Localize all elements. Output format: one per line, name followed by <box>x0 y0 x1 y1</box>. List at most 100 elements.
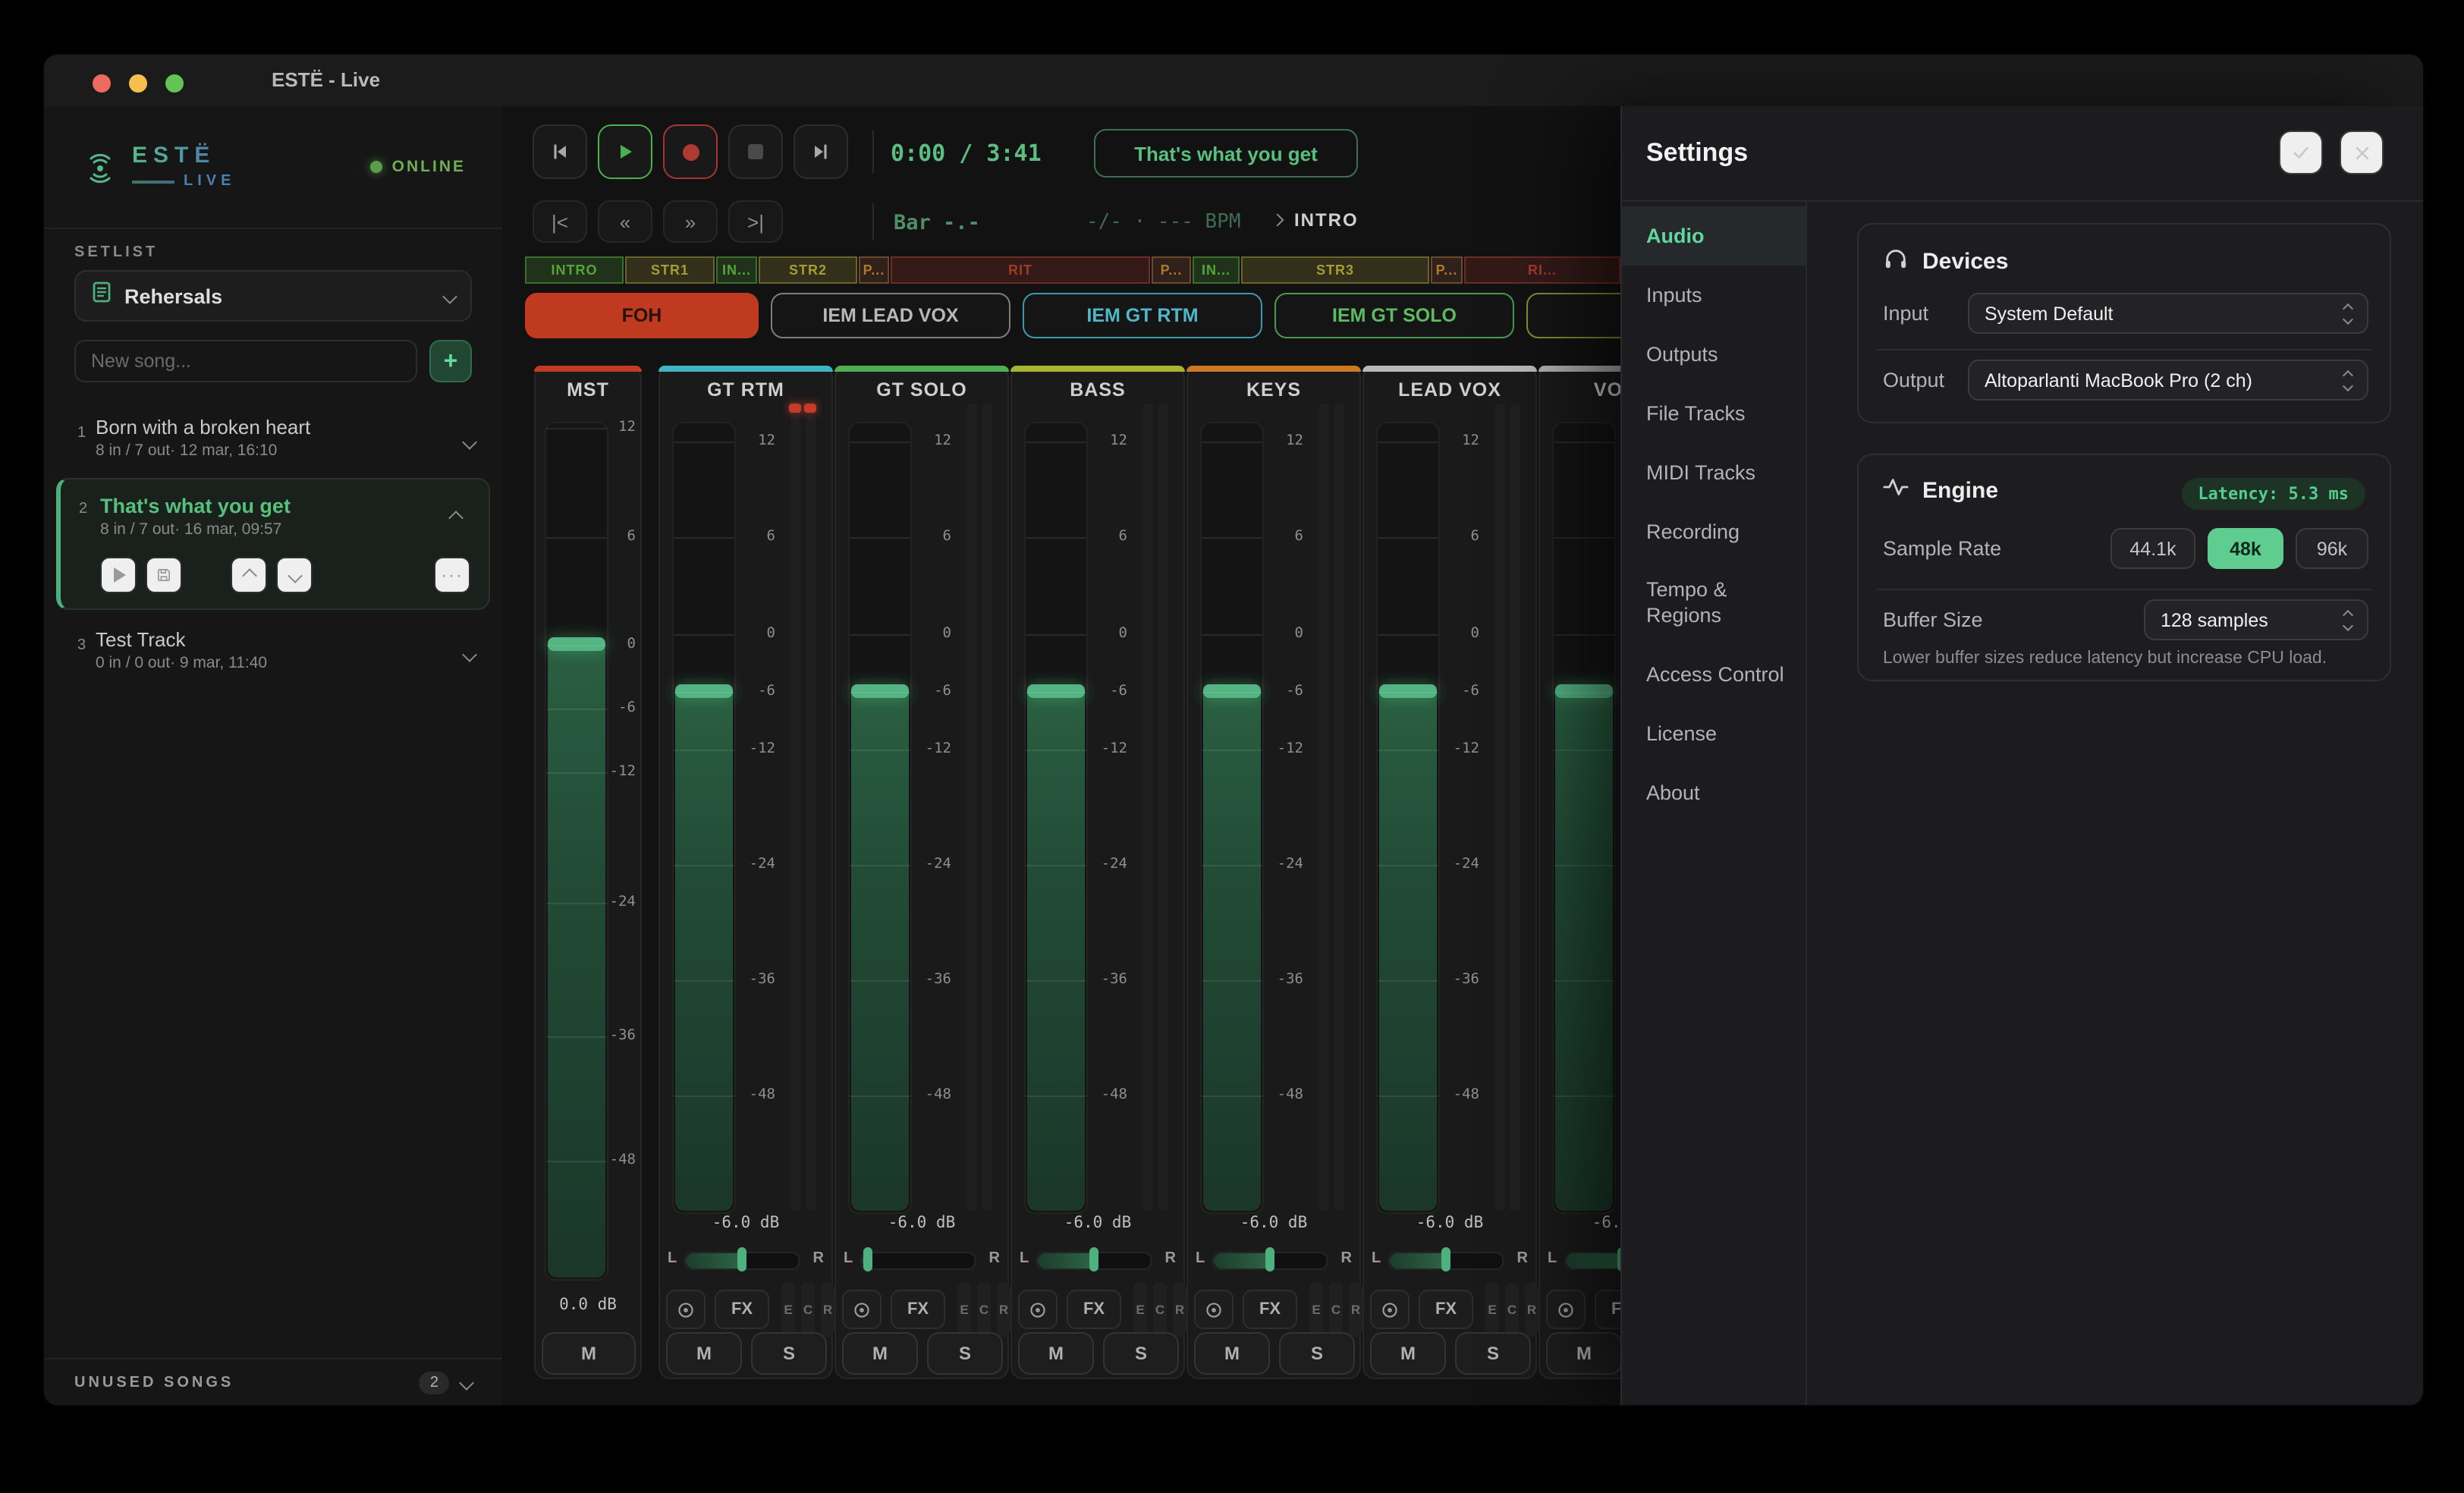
solo-button[interactable]: S <box>1103 1332 1179 1375</box>
fader-handle[interactable] <box>675 684 733 698</box>
timeline-marker-intro[interactable]: INTRO <box>525 256 624 284</box>
fader-track[interactable] <box>1376 422 1440 1214</box>
timeline-marker-str3[interactable]: STR3 <box>1241 256 1429 284</box>
fader-track[interactable] <box>848 422 912 1214</box>
channel-view-button[interactable] <box>842 1290 882 1329</box>
fader-track[interactable] <box>1200 422 1264 1214</box>
bus-tab-iem-gt-solo[interactable]: IEM GT SOLO <box>1274 293 1514 338</box>
pan-slider[interactable] <box>1036 1252 1152 1270</box>
mute-button[interactable]: M <box>666 1332 742 1375</box>
rewind-button[interactable]: « <box>598 200 652 243</box>
pan-slider[interactable] <box>1388 1252 1504 1270</box>
channel-strip-bass[interactable]: BASS1260-6-12-24-36-48-6.0 dBLRFXECRMS <box>1010 366 1185 1379</box>
insert-slot-r[interactable]: R <box>997 1282 1010 1337</box>
unused-songs-row[interactable]: UNUSED SONGS 2 <box>44 1358 502 1405</box>
pan-handle[interactable] <box>737 1247 746 1271</box>
fader-track[interactable] <box>672 422 736 1214</box>
timeline-marker-rit[interactable]: RIT <box>891 256 1150 284</box>
fader-handle[interactable] <box>851 684 909 698</box>
insert-slot-e[interactable]: E <box>957 1282 971 1337</box>
timeline-marker-in[interactable]: IN... <box>716 256 757 284</box>
song-item-test-track[interactable]: 3Test Track0 in / 0 out· 9 mar, 11:40 <box>44 616 502 684</box>
insert-slot-e[interactable]: E <box>1485 1282 1499 1337</box>
minimize-traffic-light[interactable] <box>129 74 147 93</box>
pan-slider[interactable] <box>1212 1252 1328 1270</box>
fader-track[interactable] <box>1552 422 1616 1214</box>
insert-slot-c[interactable]: C <box>1153 1282 1167 1337</box>
settings-nav-license[interactable]: License <box>1622 704 1806 763</box>
song-move-down-button[interactable] <box>276 557 313 593</box>
pan-slider[interactable] <box>684 1252 800 1270</box>
clip-indicator[interactable] <box>789 404 801 413</box>
channel-strip-gt-solo[interactable]: GT SOLO1260-6-12-24-36-48-6.0 dBLRFXECRM… <box>834 366 1009 1379</box>
fx-button[interactable]: FX <box>715 1290 769 1329</box>
expand-chevron[interactable] <box>464 428 475 455</box>
go-to-end-button[interactable]: >| <box>728 200 783 243</box>
mute-button[interactable]: M <box>1194 1332 1270 1375</box>
bus-tab-iem-gt-rtm[interactable]: IEM GT RTM <box>1023 293 1262 338</box>
pan-handle[interactable] <box>1265 1247 1274 1271</box>
mute-button[interactable]: M <box>1546 1332 1622 1375</box>
song-item-that-s-what-you-get[interactable]: 2That's what you get8 in / 7 out· 16 mar… <box>56 478 490 610</box>
song-move-up-button[interactable] <box>231 557 267 593</box>
fx-button[interactable]: FX <box>1067 1290 1121 1329</box>
skip-to-start-button[interactable] <box>533 124 587 179</box>
fader-handle[interactable] <box>1379 684 1437 698</box>
zoom-traffic-light[interactable] <box>165 74 184 93</box>
fader-handle[interactable] <box>1203 684 1261 698</box>
sample-rate-96k[interactable]: 96k <box>2296 528 2368 569</box>
bus-tab-foh[interactable]: FOH <box>525 293 759 338</box>
insert-slot-c[interactable]: C <box>801 1282 815 1337</box>
fader-track[interactable] <box>1024 422 1088 1214</box>
channel-view-button[interactable] <box>666 1290 706 1329</box>
fx-button[interactable]: FX <box>1243 1290 1297 1329</box>
channel-view-button[interactable] <box>1194 1290 1234 1329</box>
forward-button[interactable]: » <box>663 200 718 243</box>
go-to-start-button[interactable]: |< <box>533 200 587 243</box>
mute-button[interactable]: M <box>1018 1332 1094 1375</box>
skip-to-end-button[interactable] <box>794 124 848 179</box>
pan-slider[interactable] <box>860 1252 976 1270</box>
timeline-marker-p[interactable]: P... <box>859 256 889 284</box>
settings-nav-midi-tracks[interactable]: MIDI Tracks <box>1622 443 1806 502</box>
channel-view-button[interactable] <box>1546 1290 1586 1329</box>
play-button[interactable] <box>598 124 652 179</box>
fader-handle[interactable] <box>548 637 605 651</box>
settings-nav-file-tracks[interactable]: File Tracks <box>1622 384 1806 443</box>
expand-chevron[interactable] <box>464 640 475 668</box>
buffer-size-select[interactable]: 128 samples <box>2144 599 2368 640</box>
insert-slot-r[interactable]: R <box>1349 1282 1362 1337</box>
insert-slot-c[interactable]: C <box>977 1282 991 1337</box>
insert-slot-e[interactable]: E <box>1133 1282 1147 1337</box>
solo-button[interactable]: S <box>927 1332 1003 1375</box>
insert-slot-e[interactable]: E <box>1309 1282 1323 1337</box>
stop-button[interactable] <box>728 124 783 179</box>
fader-track[interactable] <box>545 422 608 1281</box>
timeline-marker-p[interactable]: P... <box>1431 256 1463 284</box>
channel-view-button[interactable] <box>1370 1290 1410 1329</box>
solo-button[interactable]: S <box>1455 1332 1531 1375</box>
insert-slot-r[interactable]: R <box>1525 1282 1538 1337</box>
song-play-button[interactable] <box>100 557 137 593</box>
solo-button[interactable]: S <box>751 1332 827 1375</box>
clip-indicator[interactable] <box>804 404 816 413</box>
fx-button[interactable]: FX <box>891 1290 945 1329</box>
sample-rate-48k[interactable]: 48k <box>2208 528 2283 569</box>
mute-button[interactable]: M <box>842 1332 918 1375</box>
settings-nav-outputs[interactable]: Outputs <box>1622 325 1806 384</box>
timeline-marker-ri[interactable]: RI... <box>1464 256 1620 284</box>
mute-button[interactable]: M <box>542 1332 636 1375</box>
channel-strip-lead-vox[interactable]: LEAD VOX1260-6-12-24-36-48-6.0 dBLRFXECR… <box>1362 366 1537 1379</box>
fader-handle[interactable] <box>1555 684 1613 698</box>
solo-button[interactable]: S <box>1279 1332 1355 1375</box>
insert-slot-c[interactable]: C <box>1505 1282 1519 1337</box>
close-button[interactable] <box>2340 130 2384 174</box>
new-song-input[interactable] <box>74 340 417 382</box>
insert-slot-c[interactable]: C <box>1329 1282 1343 1337</box>
settings-nav-audio[interactable]: Audio <box>1622 206 1806 266</box>
timeline-marker-in[interactable]: IN... <box>1193 256 1240 284</box>
pan-handle[interactable] <box>1441 1247 1450 1271</box>
current-song-pill[interactable]: That's what you get <box>1094 129 1358 178</box>
channel-strip-gt-rtm[interactable]: GT RTM1260-6-12-24-36-48-6.0 dBLRFXECRMS <box>658 366 833 1379</box>
fader-handle[interactable] <box>1027 684 1085 698</box>
